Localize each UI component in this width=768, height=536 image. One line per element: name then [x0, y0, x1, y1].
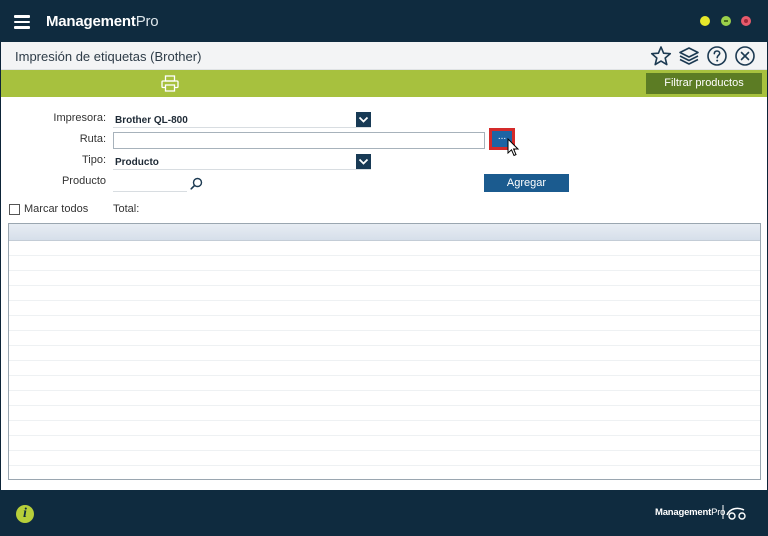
table-row — [9, 451, 760, 466]
product-input[interactable] — [113, 175, 187, 192]
footer-brand-bold: Management — [655, 507, 712, 518]
star-icon[interactable] — [650, 45, 672, 67]
table-row — [9, 361, 760, 376]
type-select[interactable]: Producto — [113, 154, 371, 170]
info-icon[interactable]: i — [16, 505, 34, 523]
table-row — [9, 376, 760, 391]
table-row — [9, 301, 760, 316]
chevron-down-icon[interactable] — [356, 154, 371, 169]
table-row — [9, 331, 760, 346]
table-row — [9, 466, 760, 479]
app-title: ManagementPro — [46, 13, 159, 30]
footer-bar: i ManagementPro — [0, 490, 768, 536]
close-window-button[interactable] — [741, 16, 751, 26]
app-title-light: Pro — [135, 13, 159, 30]
path-label: Ruta: — [79, 133, 106, 145]
table-row — [9, 316, 760, 331]
type-select-value: Producto — [115, 157, 159, 168]
menu-icon[interactable] — [14, 15, 30, 29]
search-icon[interactable] — [190, 177, 203, 190]
labels-grid[interactable] — [8, 223, 761, 480]
maximize-button[interactable] — [721, 16, 731, 26]
minimize-button[interactable] — [700, 16, 710, 26]
browse-button[interactable]: ... — [489, 128, 515, 150]
mark-all-label[interactable]: Marcar todos — [24, 203, 88, 215]
page-title: Impresión de etiquetas (Brother) — [15, 49, 202, 64]
page-header: Impresión de etiquetas (Brother) — [1, 42, 767, 70]
layers-icon[interactable] — [678, 45, 700, 67]
app-title-bold: Management — [46, 13, 136, 30]
table-row — [9, 436, 760, 451]
path-input[interactable] — [113, 132, 485, 149]
close-icon[interactable] — [734, 45, 756, 67]
table-row — [9, 241, 760, 256]
table-row — [9, 421, 760, 436]
table-row — [9, 286, 760, 301]
toolbar: Filtrar productos — [1, 70, 767, 97]
table-row — [9, 256, 760, 271]
total-label: Total: — [113, 203, 140, 215]
table-row — [9, 406, 760, 421]
printer-icon[interactable] — [161, 75, 179, 92]
chevron-down-icon[interactable] — [356, 112, 371, 127]
table-row — [9, 391, 760, 406]
mark-all-checkbox[interactable] — [9, 204, 20, 215]
grid-header — [9, 224, 760, 241]
printer-select-value: Brother QL-800 — [115, 115, 188, 126]
browse-button-label: ... — [492, 131, 512, 147]
table-row — [9, 271, 760, 286]
printer-select[interactable]: Brother QL-800 — [113, 112, 371, 128]
title-bar: ManagementPro — [0, 0, 768, 42]
help-icon[interactable] — [706, 45, 728, 67]
printer-label: Impresora: — [53, 112, 106, 124]
footer-brand: ManagementPro — [655, 507, 725, 518]
table-row — [9, 346, 760, 361]
brand-logo-icon — [722, 505, 746, 520]
add-button[interactable]: Agregar — [484, 174, 569, 192]
filter-products-button[interactable]: Filtrar productos — [646, 73, 762, 94]
type-label: Tipo: — [81, 154, 106, 166]
product-label: Producto — [61, 175, 106, 187]
